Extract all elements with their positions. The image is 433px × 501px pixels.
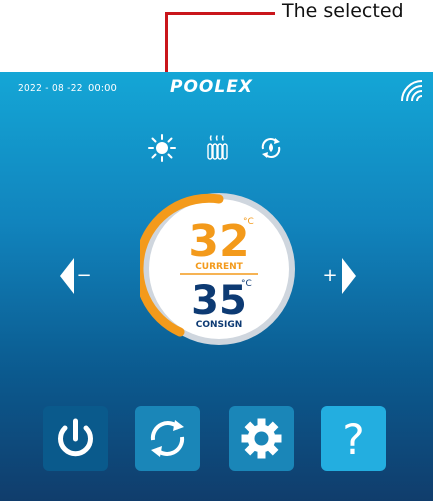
action-buttons: ? — [0, 402, 433, 472]
annotation-line — [165, 12, 275, 15]
sun-icon[interactable] — [148, 134, 176, 162]
cycle-icon[interactable] — [257, 134, 285, 162]
date-text: 2022 - 08 -22 — [18, 83, 83, 94]
temperature-dial: 32 °C CURRENT 35 °C CONSIGN — [140, 193, 295, 345]
current-label: CURRENT — [195, 262, 243, 272]
gear-icon — [241, 418, 282, 459]
annotation-label: The selected — [282, 0, 404, 22]
power-button[interactable] — [43, 406, 108, 471]
svg-text:+: + — [322, 265, 337, 286]
settings-button[interactable] — [229, 406, 294, 471]
svg-text:−: − — [76, 265, 91, 286]
refresh-button[interactable] — [135, 406, 200, 471]
heater-icon[interactable] — [203, 134, 231, 162]
time-text: 00:00 — [88, 83, 117, 94]
svg-text:?: ? — [342, 415, 364, 464]
mode-selector — [0, 134, 433, 164]
help-button[interactable]: ? — [321, 406, 386, 471]
increase-button[interactable]: + — [322, 254, 358, 298]
refresh-icon — [150, 420, 185, 457]
wifi-icon[interactable] — [398, 77, 426, 105]
consign-unit: °C — [241, 279, 252, 289]
status-bar: 2022 - 08 -22 00:00 POOLEX — [0, 72, 433, 110]
brand-logo: POOLEX — [170, 77, 253, 97]
current-unit: °C — [243, 217, 254, 227]
power-icon — [58, 418, 93, 457]
consign-label: CONSIGN — [196, 320, 243, 330]
decrease-button[interactable]: − — [58, 254, 94, 298]
consign-temperature: 35 — [191, 278, 247, 324]
device-screen: 2022 - 08 -22 00:00 POOLEX − + 32 °C CUR… — [0, 72, 433, 501]
current-temperature: 32 — [188, 216, 249, 267]
help-icon: ? — [342, 415, 364, 464]
